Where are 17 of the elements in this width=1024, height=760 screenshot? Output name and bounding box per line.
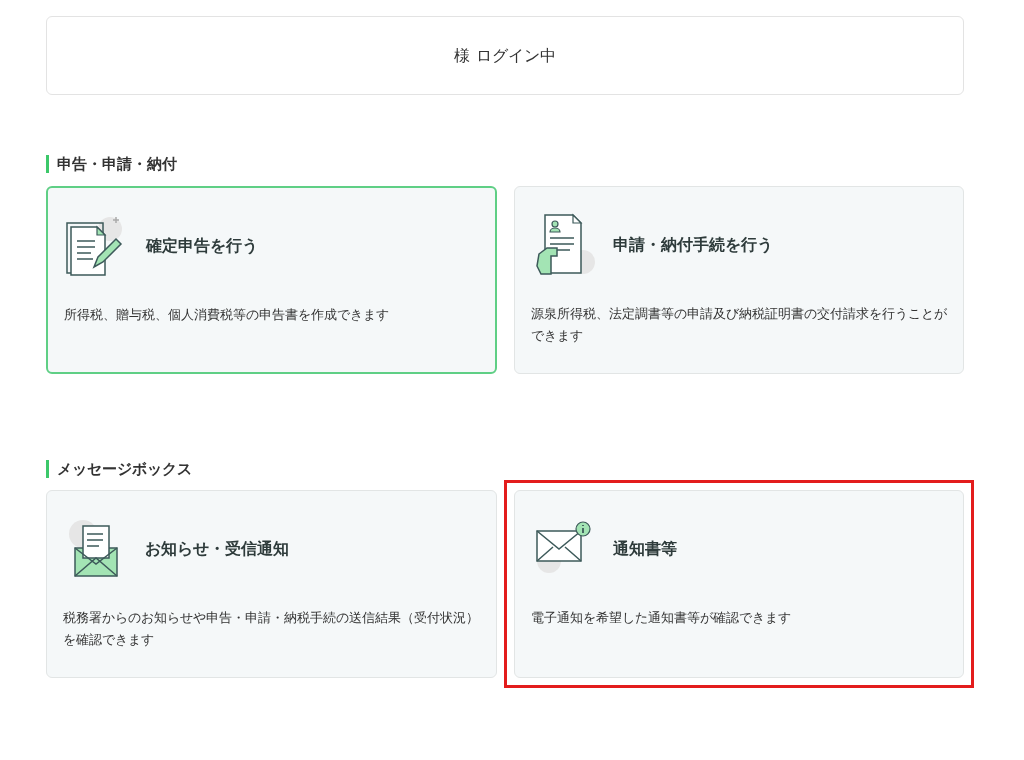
card-description: 税務署からのお知らせや申告・申請・納税手続の送信結果（受付状況）を確認できます	[63, 609, 480, 649]
card-title: お知らせ・受信通知	[145, 538, 289, 560]
menu-card[interactable]: お知らせ・受信通知 税務署からのお知らせや申告・申請・納税手続の送信結果（受付状況）を確認できます	[46, 490, 497, 678]
card-title: 申請・納付手続を行う	[612, 233, 773, 256]
section-heading: メッセージボックス	[57, 458, 192, 480]
menu-card[interactable]: 確定申告を行う 所得税、贈与税、個人消費税等の申告書を作成できます	[46, 185, 497, 374]
section-marker	[46, 459, 49, 478]
card-description: 所得税、贈与税、個人消費税等の申告書を作成できます	[64, 305, 390, 324]
section-heading: 申告・申請・納付	[57, 154, 177, 175]
menu-card[interactable]: 申請・納付手続を行う 源泉所得税、法定調書等の申請及び納税証明書の交付請求を行うことができます	[513, 185, 964, 374]
card-title: 通知書等	[612, 538, 677, 560]
menu-card[interactable]: 通知書等 電子通知を希望した通知書等が確認できます	[513, 490, 964, 678]
login-status-text: 様 ログイン中	[454, 44, 556, 67]
card-description: 電子通知を希望した通知書等が確認できます	[530, 609, 792, 627]
section-marker	[46, 155, 49, 174]
card-title: 確定申告を行う	[146, 234, 258, 257]
card-description: 源泉所得税、法定調書等の申請及び納税証明書の交付請求を行うことができます	[530, 304, 947, 345]
